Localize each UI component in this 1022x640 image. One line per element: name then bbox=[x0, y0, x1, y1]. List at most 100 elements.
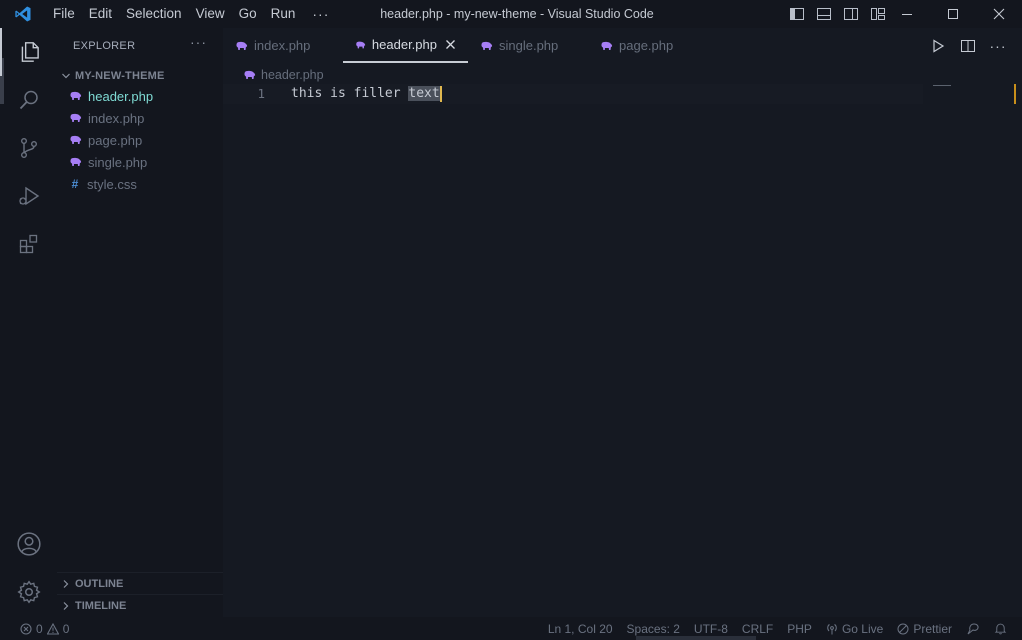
php-elephant-icon bbox=[70, 135, 82, 144]
code-text: this is filler bbox=[291, 86, 409, 101]
sidebar-more-button[interactable]: ··· bbox=[190, 34, 207, 50]
file-name: index.php bbox=[88, 110, 145, 126]
go-live-button[interactable]: Go Live bbox=[819, 622, 890, 636]
chevron-down-icon bbox=[62, 73, 70, 79]
sidebar-title: EXPLORER bbox=[73, 40, 136, 52]
window-controls bbox=[884, 0, 1022, 28]
error-count: 0 bbox=[36, 621, 43, 636]
php-elephant-icon bbox=[70, 91, 82, 100]
search-button[interactable] bbox=[0, 76, 57, 124]
code-editor-text[interactable]: this is filler text bbox=[291, 85, 442, 103]
folder-name: MY-NEW-THEME bbox=[75, 70, 165, 82]
file-item-single-php[interactable]: single.php bbox=[57, 151, 223, 173]
minimize-button[interactable] bbox=[884, 0, 930, 28]
tab-single-php[interactable]: single.php bbox=[468, 28, 588, 63]
hash-icon: # bbox=[71, 177, 79, 191]
timeline-section[interactable]: TIMELINE bbox=[57, 594, 223, 616]
php-elephant-icon bbox=[70, 113, 82, 122]
outline-section[interactable]: OUTLINE bbox=[57, 572, 223, 594]
feedback-icon bbox=[967, 622, 979, 634]
file-item-header-php[interactable]: header.php bbox=[57, 85, 223, 107]
overview-ruler-marker bbox=[1014, 84, 1016, 104]
file-name: page.php bbox=[88, 132, 143, 148]
encoding[interactable]: UTF-8 bbox=[687, 622, 735, 636]
tab-label: single.php bbox=[499, 38, 559, 53]
editor-area: index.php header.php single.php page.php… bbox=[223, 28, 1022, 617]
extensions-button[interactable] bbox=[0, 220, 57, 268]
tab-index-php[interactable]: index.php bbox=[223, 28, 343, 63]
accounts-button[interactable] bbox=[0, 520, 57, 568]
breadcrumb[interactable]: header.php bbox=[243, 66, 324, 84]
explorer-icon bbox=[21, 42, 39, 62]
menu-selection[interactable]: Selection bbox=[119, 0, 189, 28]
prettier-button[interactable]: Prettier bbox=[890, 622, 959, 636]
go-live-label: Go Live bbox=[841, 621, 884, 636]
editor-actions: ··· bbox=[928, 28, 1022, 63]
more-actions-button[interactable]: ··· bbox=[988, 36, 1008, 56]
chevron-right-icon bbox=[63, 601, 69, 610]
outline-label: OUTLINE bbox=[75, 577, 124, 590]
folder-header[interactable]: MY-NEW-THEME bbox=[57, 65, 223, 87]
toggle-secondary-sidebar-icon[interactable] bbox=[840, 4, 861, 25]
php-elephant-icon bbox=[356, 41, 366, 48]
file-item-index-php[interactable]: index.php bbox=[57, 107, 223, 129]
menu-run[interactable]: Run bbox=[264, 0, 303, 28]
file-name: header.php bbox=[88, 88, 154, 104]
tab-page-php[interactable]: page.php bbox=[588, 28, 703, 63]
cursor-position[interactable]: Ln 1, Col 20 bbox=[541, 622, 620, 636]
menu-view[interactable]: View bbox=[189, 0, 232, 28]
tab-header-php[interactable]: header.php bbox=[343, 28, 468, 63]
editor-tabs: index.php header.php single.php page.php bbox=[223, 28, 923, 63]
tab-close-button[interactable] bbox=[445, 39, 456, 50]
activity-bar bbox=[0, 28, 57, 617]
timeline-label: TIMELINE bbox=[75, 599, 127, 612]
prettier-label: Prettier bbox=[913, 621, 952, 636]
close-icon bbox=[446, 40, 455, 49]
breadcrumb-file: header.php bbox=[261, 68, 324, 82]
close-window-button[interactable] bbox=[976, 0, 1022, 28]
menu-more-button[interactable]: ··· bbox=[302, 6, 339, 22]
close-icon bbox=[993, 8, 1005, 20]
run-debug-icon bbox=[18, 186, 39, 206]
toggle-primary-sidebar-icon[interactable] bbox=[786, 4, 807, 25]
text-cursor bbox=[439, 85, 442, 102]
file-item-page-php[interactable]: page.php bbox=[57, 129, 223, 151]
warning-count: 0 bbox=[62, 621, 70, 636]
status-divider bbox=[636, 636, 756, 640]
minimap[interactable] bbox=[933, 85, 951, 86]
tab-label: page.php bbox=[619, 38, 674, 53]
feedback-button[interactable] bbox=[959, 622, 987, 636]
toggle-panel-icon[interactable] bbox=[813, 4, 834, 25]
file-name: style.css bbox=[87, 176, 137, 192]
indentation[interactable]: Spaces: 2 bbox=[620, 622, 687, 636]
maximize-button[interactable] bbox=[930, 0, 976, 28]
problems-status[interactable]: 0 0 bbox=[20, 617, 69, 640]
line-number: 1 bbox=[257, 86, 265, 101]
php-elephant-icon bbox=[601, 41, 613, 50]
language-mode[interactable]: PHP bbox=[780, 622, 819, 636]
extensions-icon bbox=[19, 234, 37, 254]
php-elephant-icon bbox=[70, 157, 82, 166]
explorer-sidebar: EXPLORER ··· MY-NEW-THEME header.php ind… bbox=[57, 28, 223, 617]
run-file-button[interactable] bbox=[928, 36, 948, 56]
maximize-icon bbox=[948, 9, 958, 19]
tab-label: header.php bbox=[371, 37, 437, 52]
notifications-button[interactable] bbox=[987, 622, 1014, 635]
error-icon bbox=[20, 622, 32, 635]
split-editor-button[interactable] bbox=[958, 36, 978, 56]
layout-controls bbox=[786, 0, 888, 28]
file-name: single.php bbox=[88, 154, 148, 170]
menu-file[interactable]: File bbox=[46, 0, 82, 28]
file-item-style-css[interactable]: # style.css bbox=[57, 173, 223, 195]
settings-button[interactable] bbox=[0, 568, 57, 616]
source-control-button[interactable] bbox=[0, 124, 57, 172]
tab-label: index.php bbox=[254, 38, 311, 53]
end-of-line[interactable]: CRLF bbox=[735, 622, 780, 636]
selected-text: text bbox=[408, 86, 440, 101]
menu-go[interactable]: Go bbox=[232, 0, 264, 28]
menu-edit[interactable]: Edit bbox=[82, 0, 119, 28]
prettier-icon bbox=[897, 623, 909, 634]
explorer-button[interactable] bbox=[0, 28, 57, 76]
split-editor-icon bbox=[961, 39, 975, 52]
run-debug-button[interactable] bbox=[0, 172, 57, 220]
